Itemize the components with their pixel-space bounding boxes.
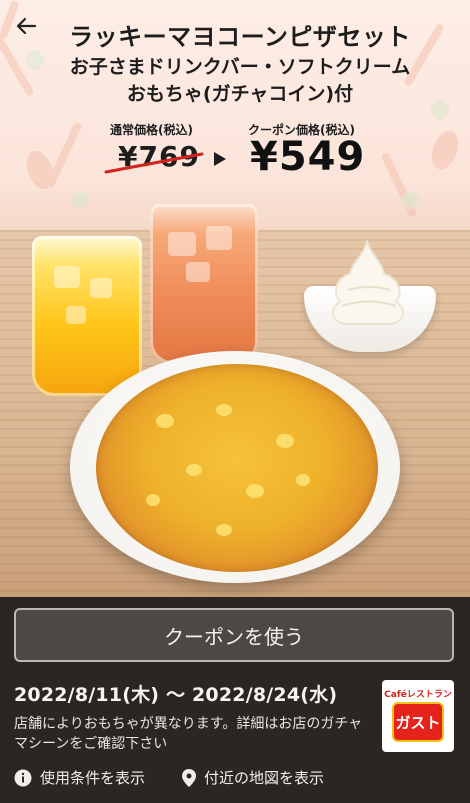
coupon-title: ラッキーマヨコーンピザセット お子さまドリンクバー・ソフトクリーム おもちゃ(ガ… <box>40 20 440 108</box>
arrow-left-icon <box>16 17 37 35</box>
footer-links: 使用条件を表示 付近の地図を表示 <box>0 767 470 791</box>
map-link-label: 付近の地図を表示 <box>204 769 325 787</box>
map-pin-icon <box>182 768 196 787</box>
use-coupon-button[interactable]: クーポンを使う <box>14 608 454 662</box>
map-link[interactable]: 付近の地図を表示 <box>182 767 324 788</box>
soft-serve-cream <box>332 240 404 325</box>
info-icon <box>14 769 32 787</box>
title-line-3: おもちゃ(ガチャコイン)付 <box>126 83 354 105</box>
validity-period: 2022/8/11(木) 〜 2022/8/24(水) <box>14 684 338 706</box>
coupon-note: 店舗によりおもちゃが異なります。詳細はお店のガチャマシーンをご確認下さい <box>14 716 363 752</box>
coupon-detail-screen: ラッキーマヨコーンピザセット お子さまドリンクバー・ソフトクリーム おもちゃ(ガ… <box>0 0 470 803</box>
logo-brand-badge: ガスト <box>392 702 444 742</box>
title-line-2: お子さまドリンクバー・ソフトクリーム <box>69 56 411 78</box>
corn-mayo-pizza <box>96 364 378 572</box>
orange-juice-glass <box>32 236 142 396</box>
price-strikethrough <box>104 152 204 174</box>
terms-link-label: 使用条件を表示 <box>40 769 146 787</box>
price-arrow-icon <box>214 152 226 166</box>
logo-brand-text: ガスト <box>395 713 441 732</box>
price-row: 通常価格(税込) ¥769 クーポン価格(税込) ¥549 <box>0 118 470 198</box>
iced-tea-glass <box>150 204 258 364</box>
back-button[interactable] <box>10 10 42 42</box>
logo-cafe-text: Caféレストラン <box>384 690 452 700</box>
coupon-hero-image: ラッキーマヨコーンピザセット お子さまドリンクバー・ソフトクリーム おもちゃ(ガ… <box>0 0 470 597</box>
coupon-info-panel: クーポンを使う 2022/8/11(木) 〜 2022/8/24(水) 店舗によ… <box>0 597 470 803</box>
terms-link[interactable]: 使用条件を表示 <box>14 767 145 788</box>
title-line-1: ラッキーマヨコーンピザセット <box>69 23 411 51</box>
regular-price-label: 通常価格(税込) <box>110 123 193 137</box>
coupon-price: ¥549 <box>250 134 366 180</box>
gusto-logo: Caféレストラン ガスト <box>382 680 454 752</box>
